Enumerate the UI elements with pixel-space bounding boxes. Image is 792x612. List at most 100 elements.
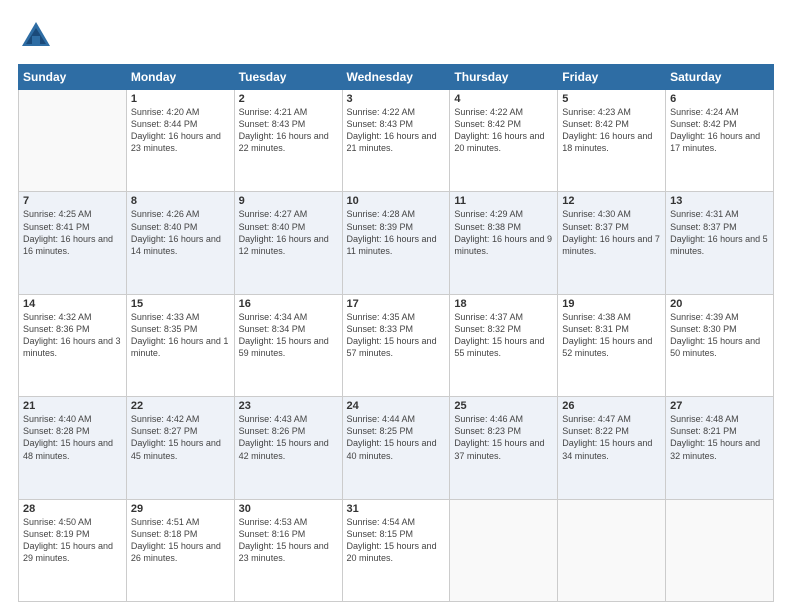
day-number: 26: [562, 400, 661, 412]
day-info: Sunrise: 4:53 AMSunset: 8:16 PMDaylight:…: [239, 516, 338, 565]
column-header-tuesday: Tuesday: [234, 65, 342, 90]
day-number: 16: [239, 298, 338, 310]
day-cell: 10Sunrise: 4:28 AMSunset: 8:39 PMDayligh…: [342, 192, 450, 294]
day-info: Sunrise: 4:22 AMSunset: 8:42 PMDaylight:…: [454, 106, 553, 155]
day-info: Sunrise: 4:30 AMSunset: 8:37 PMDaylight:…: [562, 208, 661, 257]
day-info: Sunrise: 4:40 AMSunset: 8:28 PMDaylight:…: [23, 413, 122, 462]
day-number: 17: [347, 298, 446, 310]
day-number: 22: [131, 400, 230, 412]
day-info: Sunrise: 4:48 AMSunset: 8:21 PMDaylight:…: [670, 413, 769, 462]
day-number: 10: [347, 195, 446, 207]
day-info: Sunrise: 4:39 AMSunset: 8:30 PMDaylight:…: [670, 311, 769, 360]
day-number: 6: [670, 93, 769, 105]
day-info: Sunrise: 4:35 AMSunset: 8:33 PMDaylight:…: [347, 311, 446, 360]
day-cell: 27Sunrise: 4:48 AMSunset: 8:21 PMDayligh…: [666, 397, 774, 499]
week-row-5: 28Sunrise: 4:50 AMSunset: 8:19 PMDayligh…: [19, 499, 774, 601]
day-number: 9: [239, 195, 338, 207]
day-number: 29: [131, 503, 230, 515]
day-cell: 22Sunrise: 4:42 AMSunset: 8:27 PMDayligh…: [126, 397, 234, 499]
day-info: Sunrise: 4:24 AMSunset: 8:42 PMDaylight:…: [670, 106, 769, 155]
column-header-friday: Friday: [558, 65, 666, 90]
day-info: Sunrise: 4:51 AMSunset: 8:18 PMDaylight:…: [131, 516, 230, 565]
logo-icon: [18, 18, 54, 54]
day-cell: 13Sunrise: 4:31 AMSunset: 8:37 PMDayligh…: [666, 192, 774, 294]
day-info: Sunrise: 4:54 AMSunset: 8:15 PMDaylight:…: [347, 516, 446, 565]
day-info: Sunrise: 4:47 AMSunset: 8:22 PMDaylight:…: [562, 413, 661, 462]
day-info: Sunrise: 4:27 AMSunset: 8:40 PMDaylight:…: [239, 208, 338, 257]
day-cell: 12Sunrise: 4:30 AMSunset: 8:37 PMDayligh…: [558, 192, 666, 294]
day-cell: 4Sunrise: 4:22 AMSunset: 8:42 PMDaylight…: [450, 90, 558, 192]
day-cell: 24Sunrise: 4:44 AMSunset: 8:25 PMDayligh…: [342, 397, 450, 499]
day-number: 14: [23, 298, 122, 310]
column-header-saturday: Saturday: [666, 65, 774, 90]
day-info: Sunrise: 4:43 AMSunset: 8:26 PMDaylight:…: [239, 413, 338, 462]
day-info: Sunrise: 4:38 AMSunset: 8:31 PMDaylight:…: [562, 311, 661, 360]
day-cell: 1Sunrise: 4:20 AMSunset: 8:44 PMDaylight…: [126, 90, 234, 192]
day-cell: 28Sunrise: 4:50 AMSunset: 8:19 PMDayligh…: [19, 499, 127, 601]
calendar-header-row: SundayMondayTuesdayWednesdayThursdayFrid…: [19, 65, 774, 90]
day-number: 12: [562, 195, 661, 207]
day-number: 15: [131, 298, 230, 310]
day-info: Sunrise: 4:42 AMSunset: 8:27 PMDaylight:…: [131, 413, 230, 462]
day-info: Sunrise: 4:33 AMSunset: 8:35 PMDaylight:…: [131, 311, 230, 360]
day-cell: 16Sunrise: 4:34 AMSunset: 8:34 PMDayligh…: [234, 294, 342, 396]
day-number: 2: [239, 93, 338, 105]
day-cell: 9Sunrise: 4:27 AMSunset: 8:40 PMDaylight…: [234, 192, 342, 294]
week-row-1: 1Sunrise: 4:20 AMSunset: 8:44 PMDaylight…: [19, 90, 774, 192]
day-cell: [19, 90, 127, 192]
day-number: 8: [131, 195, 230, 207]
column-header-monday: Monday: [126, 65, 234, 90]
day-cell: 26Sunrise: 4:47 AMSunset: 8:22 PMDayligh…: [558, 397, 666, 499]
day-info: Sunrise: 4:23 AMSunset: 8:42 PMDaylight:…: [562, 106, 661, 155]
day-number: 30: [239, 503, 338, 515]
day-info: Sunrise: 4:25 AMSunset: 8:41 PMDaylight:…: [23, 208, 122, 257]
calendar-table: SundayMondayTuesdayWednesdayThursdayFrid…: [18, 64, 774, 602]
day-info: Sunrise: 4:31 AMSunset: 8:37 PMDaylight:…: [670, 208, 769, 257]
header: [18, 18, 774, 54]
day-cell: [558, 499, 666, 601]
day-cell: 5Sunrise: 4:23 AMSunset: 8:42 PMDaylight…: [558, 90, 666, 192]
day-number: 11: [454, 195, 553, 207]
column-header-wednesday: Wednesday: [342, 65, 450, 90]
day-cell: 30Sunrise: 4:53 AMSunset: 8:16 PMDayligh…: [234, 499, 342, 601]
day-number: 5: [562, 93, 661, 105]
week-row-2: 7Sunrise: 4:25 AMSunset: 8:41 PMDaylight…: [19, 192, 774, 294]
day-info: Sunrise: 4:20 AMSunset: 8:44 PMDaylight:…: [131, 106, 230, 155]
day-info: Sunrise: 4:50 AMSunset: 8:19 PMDaylight:…: [23, 516, 122, 565]
day-info: Sunrise: 4:46 AMSunset: 8:23 PMDaylight:…: [454, 413, 553, 462]
day-cell: 29Sunrise: 4:51 AMSunset: 8:18 PMDayligh…: [126, 499, 234, 601]
day-number: 19: [562, 298, 661, 310]
day-cell: 8Sunrise: 4:26 AMSunset: 8:40 PMDaylight…: [126, 192, 234, 294]
day-number: 7: [23, 195, 122, 207]
day-info: Sunrise: 4:21 AMSunset: 8:43 PMDaylight:…: [239, 106, 338, 155]
day-number: 18: [454, 298, 553, 310]
day-cell: [450, 499, 558, 601]
day-number: 31: [347, 503, 446, 515]
page: SundayMondayTuesdayWednesdayThursdayFrid…: [0, 0, 792, 612]
day-info: Sunrise: 4:29 AMSunset: 8:38 PMDaylight:…: [454, 208, 553, 257]
day-cell: 25Sunrise: 4:46 AMSunset: 8:23 PMDayligh…: [450, 397, 558, 499]
day-number: 13: [670, 195, 769, 207]
day-info: Sunrise: 4:44 AMSunset: 8:25 PMDaylight:…: [347, 413, 446, 462]
day-number: 23: [239, 400, 338, 412]
day-info: Sunrise: 4:32 AMSunset: 8:36 PMDaylight:…: [23, 311, 122, 360]
day-cell: 17Sunrise: 4:35 AMSunset: 8:33 PMDayligh…: [342, 294, 450, 396]
day-info: Sunrise: 4:22 AMSunset: 8:43 PMDaylight:…: [347, 106, 446, 155]
day-cell: 21Sunrise: 4:40 AMSunset: 8:28 PMDayligh…: [19, 397, 127, 499]
day-cell: 23Sunrise: 4:43 AMSunset: 8:26 PMDayligh…: [234, 397, 342, 499]
day-cell: 15Sunrise: 4:33 AMSunset: 8:35 PMDayligh…: [126, 294, 234, 396]
day-number: 27: [670, 400, 769, 412]
week-row-3: 14Sunrise: 4:32 AMSunset: 8:36 PMDayligh…: [19, 294, 774, 396]
day-number: 1: [131, 93, 230, 105]
column-header-sunday: Sunday: [19, 65, 127, 90]
week-row-4: 21Sunrise: 4:40 AMSunset: 8:28 PMDayligh…: [19, 397, 774, 499]
day-number: 3: [347, 93, 446, 105]
day-cell: 19Sunrise: 4:38 AMSunset: 8:31 PMDayligh…: [558, 294, 666, 396]
day-number: 20: [670, 298, 769, 310]
day-cell: 31Sunrise: 4:54 AMSunset: 8:15 PMDayligh…: [342, 499, 450, 601]
day-cell: 7Sunrise: 4:25 AMSunset: 8:41 PMDaylight…: [19, 192, 127, 294]
day-number: 4: [454, 93, 553, 105]
day-cell: 11Sunrise: 4:29 AMSunset: 8:38 PMDayligh…: [450, 192, 558, 294]
column-header-thursday: Thursday: [450, 65, 558, 90]
day-cell: [666, 499, 774, 601]
